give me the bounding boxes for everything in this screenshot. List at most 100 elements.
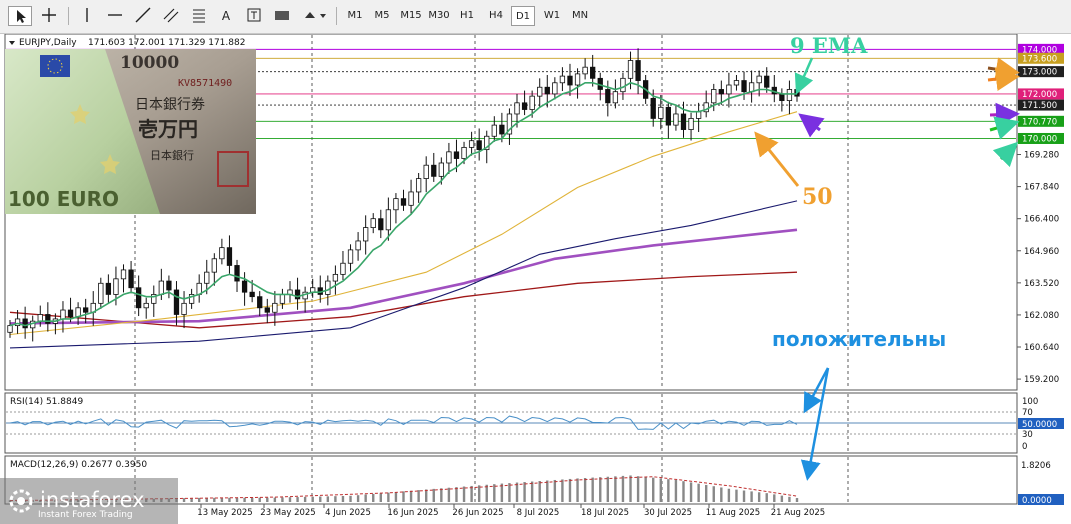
macd-bar — [356, 495, 360, 502]
macd-bar — [659, 478, 662, 502]
macd-bar — [319, 496, 322, 502]
rsi-tick-label: 70 — [1022, 408, 1033, 418]
macd-bar — [712, 486, 715, 502]
timeframe-m1-button[interactable]: M1 — [343, 6, 367, 26]
macd-bar — [273, 497, 277, 502]
candle-body — [453, 151, 460, 159]
date-label: 11 Aug 2025 — [706, 508, 760, 518]
magenta-level-arrow-icon — [989, 102, 1020, 127]
macd-bar — [742, 490, 746, 502]
macd-bar — [243, 497, 246, 502]
price-tick-label: 162.080 — [1024, 311, 1059, 321]
macd-bar — [432, 488, 435, 502]
candle-body — [612, 91, 619, 104]
candle-body — [257, 296, 263, 309]
macd-min-label: 0.0000 — [1022, 496, 1052, 506]
candle-body — [461, 146, 467, 159]
ema-annotation-label: 9 EMA — [790, 34, 868, 58]
label-tool-button[interactable] — [243, 6, 265, 26]
candle-body — [650, 97, 656, 119]
candle-body — [37, 314, 43, 322]
trendline-icon — [135, 7, 151, 23]
candle-body — [733, 80, 740, 86]
macd-bar — [341, 495, 345, 502]
date-label: 4 Jun 2025 — [325, 508, 371, 518]
date-label: 8 Jul 2025 — [517, 508, 560, 518]
instaforex-logo: instaforex Instant Forex Trading — [0, 478, 178, 524]
candle-body — [120, 269, 127, 280]
level-label: 173.000 — [1022, 68, 1057, 78]
candle-body — [355, 240, 361, 251]
candle-body — [764, 75, 770, 88]
shapes-dropdown-icon — [305, 12, 326, 18]
candle-body — [521, 102, 528, 110]
candle-body — [491, 124, 497, 137]
timeframe-m30-button[interactable]: M30 — [425, 6, 453, 26]
vertical-line-button[interactable] — [76, 6, 98, 26]
candle-body — [113, 278, 119, 295]
instaforex-mark-icon — [9, 489, 33, 513]
macd-bar — [788, 496, 791, 502]
shapes-dropdown-button[interactable] — [300, 6, 330, 26]
fibonacci-button[interactable] — [188, 6, 210, 26]
candle-body — [241, 280, 248, 293]
macd-bar — [735, 489, 738, 502]
candle-body — [128, 269, 134, 289]
candle-body — [499, 124, 505, 135]
candle-body — [537, 86, 543, 97]
macd-bar — [644, 476, 647, 502]
timeframe-mn-button[interactable]: MN — [568, 6, 592, 26]
trendline-button[interactable] — [132, 6, 154, 26]
cursor-tool-button[interactable] — [8, 6, 32, 26]
yen-text-line3: 日本銀行 — [150, 148, 194, 162]
candle-body — [741, 80, 747, 93]
candle-body — [514, 102, 520, 115]
candle-body — [60, 309, 66, 320]
price-chart[interactable]: EURJPY,Daily 171.603 172.001 171.329 171… — [0, 34, 1071, 524]
timeframe-d1-button[interactable]: D1 — [511, 6, 535, 26]
macd-bar — [349, 495, 352, 502]
candle-body — [264, 307, 270, 313]
candle-body — [431, 164, 437, 177]
candle-body — [143, 302, 149, 309]
candle-body — [378, 218, 384, 231]
price-tick-label: 159.200 — [1024, 375, 1059, 385]
candle-body — [22, 318, 28, 329]
rectangle-tool-button[interactable] — [271, 6, 293, 26]
macd-max-label: 1.8206 — [1021, 461, 1051, 471]
macd-bar — [311, 496, 314, 502]
channel-button[interactable] — [160, 6, 182, 26]
timeframe-m5-button[interactable]: M5 — [370, 6, 394, 26]
price-tick-label: 167.840 — [1024, 183, 1059, 193]
timeframe-w1-button[interactable]: W1 — [540, 6, 564, 26]
price-tick-label: 163.520 — [1024, 279, 1059, 289]
macd-bar — [773, 494, 776, 502]
price-axis: 159.200 160.640 162.080 163.520 164.960 166.4… — [1017, 151, 1059, 385]
candle-body — [529, 95, 535, 110]
candle-body — [605, 89, 611, 104]
crosshair-tool-button[interactable] — [37, 6, 61, 26]
macd-bar — [636, 476, 640, 502]
macd-bar — [440, 488, 443, 502]
timeframe-h4-button[interactable]: H4 — [484, 6, 508, 26]
macd-label: MACD(12,26,9) 0.2677 0.3950 — [10, 460, 147, 470]
positive-annotation-label: положительны — [772, 327, 946, 351]
candle-body — [173, 289, 180, 315]
logo-name: instaforex — [40, 488, 145, 512]
macd-bar — [621, 475, 625, 502]
macd-bar — [379, 493, 382, 502]
date-label: 13 May 2025 — [197, 508, 252, 518]
macd-bar — [697, 483, 700, 502]
text-label-icon — [247, 8, 261, 22]
macd-bar — [523, 482, 526, 502]
timeframe-h1-button[interactable]: H1 — [455, 6, 479, 26]
text-tool-button[interactable]: A — [216, 6, 236, 26]
macd-bar — [553, 479, 557, 502]
candle-body — [98, 282, 104, 304]
timeframe-m15-button[interactable]: M15 — [397, 6, 425, 26]
horizontal-line-button[interactable] — [104, 6, 126, 26]
candle-body — [211, 258, 217, 273]
macd-bar — [757, 492, 761, 502]
macd-bar — [508, 483, 511, 502]
macd-bar — [303, 496, 307, 502]
